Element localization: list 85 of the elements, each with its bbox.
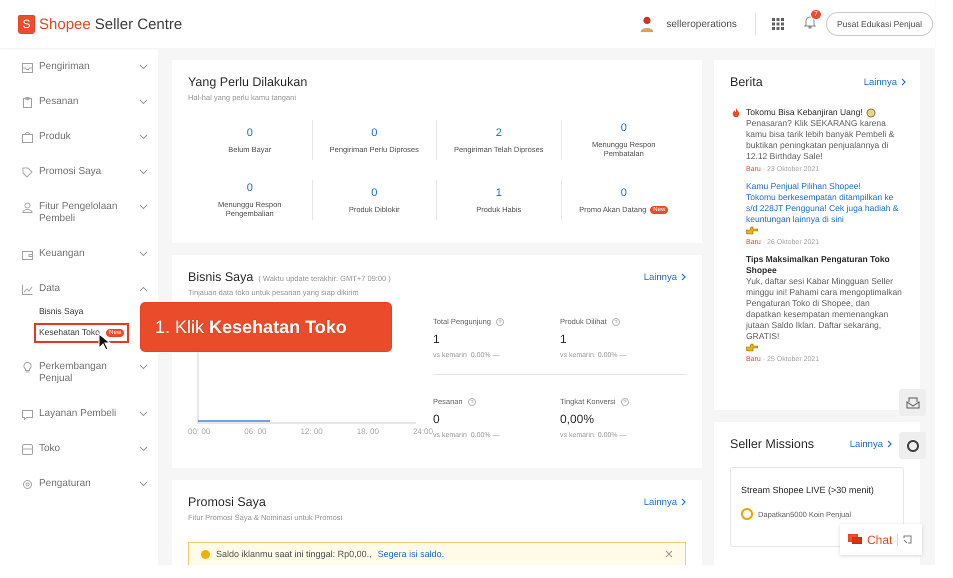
axis-label: 18: 00 [356, 427, 379, 436]
tag-icon [22, 167, 33, 178]
warning-icon [201, 550, 210, 558]
mission-title: Stream Shopee LIVE (>30 menit) [741, 485, 874, 495]
sidebar-subitem[interactable]: Bisnis Saya [34, 302, 88, 321]
metric-value: 1 [560, 332, 568, 346]
clipboard-icon [22, 97, 33, 108]
count-value[interactable]: 1 [496, 186, 502, 198]
card-title: Seller Missions [730, 437, 814, 451]
coin-icon [741, 508, 753, 520]
sidebar-item[interactable]: Keuangan [22, 243, 148, 278]
axis-label: 12: 00 [300, 427, 323, 436]
more-link[interactable]: Lainnya [644, 272, 686, 282]
sidebar-item[interactable]: Promosi Saya [22, 161, 148, 196]
count-value[interactable]: 0 [246, 182, 253, 194]
card-title: Promosi Saya [188, 495, 266, 509]
chevron-right-icon [681, 273, 686, 281]
pointing-hand-icon [746, 343, 758, 352]
news-title[interactable]: Tips Maksimalkan Pengaturan Toko Shopee [746, 254, 906, 276]
username[interactable]: selleroperations [666, 18, 737, 30]
metric-value: 0,00% [560, 412, 596, 426]
metric-value: 0 [433, 412, 441, 426]
flame-icon [732, 108, 740, 118]
chevron-right-icon [887, 440, 892, 448]
inbox-icon [22, 62, 33, 73]
apps-grid-icon[interactable] [772, 18, 784, 30]
wallet-icon [22, 249, 33, 260]
bulb-icon [22, 362, 33, 373]
count-value[interactable]: 0 [620, 122, 627, 134]
more-link[interactable]: Lainnya [864, 76, 906, 88]
sidebar-item[interactable]: Pesanan [22, 91, 148, 126]
envelope-icon [906, 396, 920, 408]
person-icon [22, 202, 33, 213]
news-text: Yuk, daftar sesi Kabar Mingguan Seller minggu ini! Pahami cara mengoptimalkan Pengaturan Toko di Shopee, dan dapatkan kesempatan memenangkan jutaan Saldo Iklan. Daftar sekarang, GRATIS! [746, 276, 903, 342]
news-text: Penasaran? Klik SEKARANG karena kamu bisa tarik lebih banyak Pembeli & buktikan peningkatan penjualannya di 12.12 Birthday Sale! [746, 118, 896, 162]
news-title[interactable]: Tokomu Bisa Kebanjiran Uang! [746, 107, 863, 118]
metric-value: 1 [433, 332, 441, 346]
more-link[interactable]: Lainnya [644, 496, 686, 508]
brand-name: Shopee [39, 16, 91, 32]
message-icon [22, 409, 33, 420]
sidebar-item[interactable]: Toko [22, 438, 148, 473]
count-value[interactable]: 2 [496, 126, 502, 138]
chevron-right-icon [901, 78, 906, 86]
chat-label[interactable]: Chat [867, 532, 892, 546]
axis-label: 06: 00 [244, 427, 266, 436]
sidebar-item[interactable]: Layanan Pembeli [22, 403, 148, 438]
app-title: Seller Centre [94, 16, 182, 32]
support-button[interactable] [899, 432, 926, 459]
sidebar-item[interactable]: Data [22, 278, 148, 302]
top-up-link[interactable]: Segera isi saldo. [378, 549, 444, 559]
count-value[interactable]: 0 [246, 126, 253, 138]
close-icon[interactable] [665, 550, 673, 558]
count-value[interactable]: 0 [371, 186, 378, 198]
news-text: Tokomu berkesempatan ditampilkan ke s/d 228JT Pengguna! Cek juga hadiah & keuntungan lainnya di sini [746, 192, 900, 225]
card-title: Berita [730, 75, 763, 89]
sidebar-item[interactable]: Fitur Pengelolaan Pembeli [22, 196, 148, 243]
education-button[interactable]: Pusat Edukasi Penjual [826, 12, 933, 36]
mouse-cursor-icon [98, 333, 111, 351]
axis-label: 24:00 [412, 427, 433, 436]
shop-icon [22, 444, 33, 455]
card-title: Yang Perlu Dilakukan [188, 75, 308, 89]
bag-icon [22, 132, 33, 143]
pointing-hand-icon [746, 226, 758, 235]
count-value[interactable]: 0 [371, 126, 378, 138]
count-value[interactable]: 0 [620, 186, 627, 198]
inbox-button[interactable] [899, 389, 926, 416]
sidebar-item[interactable]: Pengaturan [22, 473, 148, 508]
chart-icon [22, 284, 33, 295]
chevron-right-icon [681, 498, 686, 506]
axis-label: 00: 00 [188, 427, 210, 436]
instruction-callout: 1. Klik Kesehatan Toko [140, 302, 392, 352]
sidebar-item[interactable]: Produk [22, 126, 148, 161]
card-title: Bisnis Saya [188, 270, 254, 284]
expand-icon[interactable] [903, 535, 912, 544]
chat-icon[interactable] [848, 534, 862, 546]
news-title[interactable]: Kamu Penjual Pilihan Shopee! [746, 181, 861, 192]
more-link[interactable]: Lainnya [850, 438, 892, 450]
sidebar-item[interactable]: Pengiriman [22, 56, 148, 91]
settings-icon [22, 479, 33, 490]
sidebar-item[interactable]: Perkembangan Penjual [22, 356, 148, 403]
bell-icon[interactable] [804, 14, 816, 28]
logo-bag-icon: S [18, 14, 35, 34]
badge-icon [866, 108, 876, 118]
ring-icon [906, 438, 920, 452]
alert-text: Saldo iklanmu saat ini tinggal: Rp0,00., [216, 549, 372, 559]
